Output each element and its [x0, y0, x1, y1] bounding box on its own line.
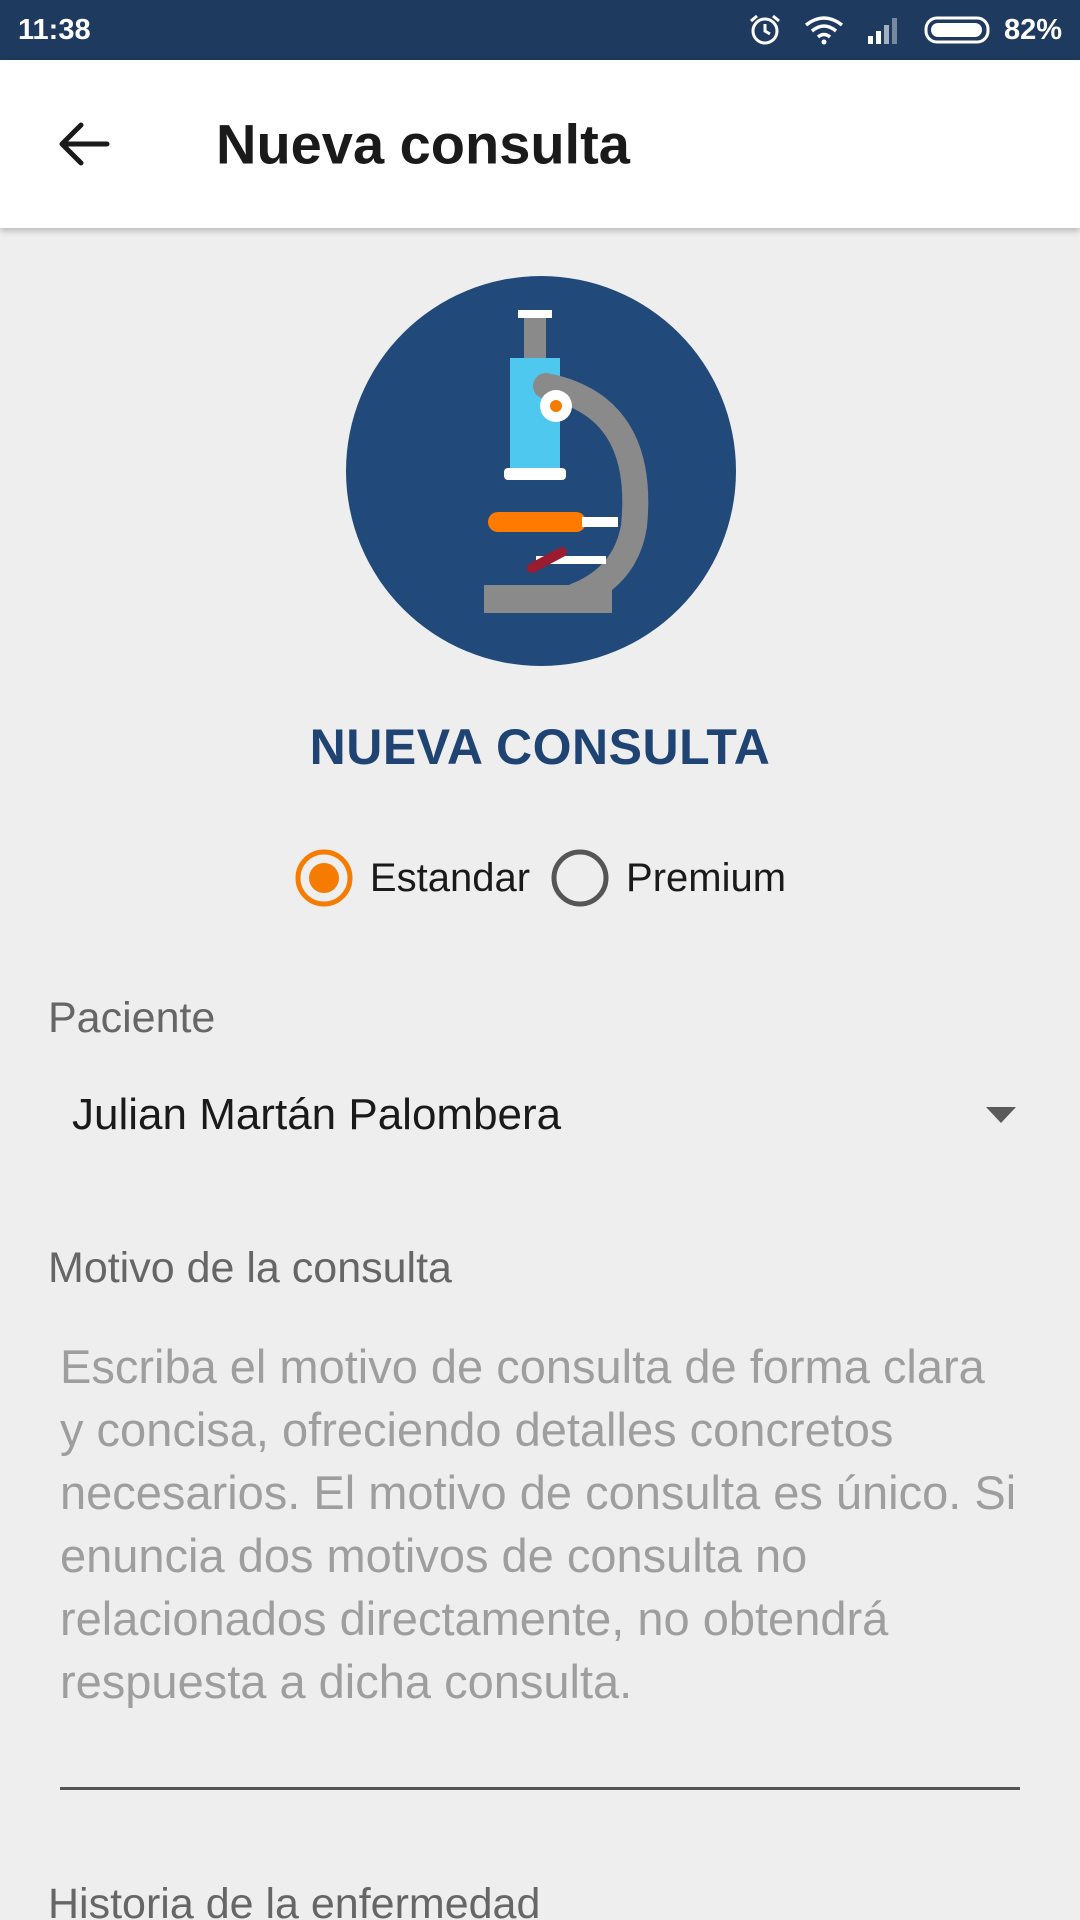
radio-unselected-icon [551, 849, 609, 907]
battery-percent: 82% [1003, 13, 1062, 46]
app-bar: Nueva consulta [0, 60, 1080, 228]
history-label: Historia de la enfermedad [48, 1880, 541, 1920]
battery-indicator: 82% [924, 14, 1062, 47]
alarm-icon [748, 13, 782, 47]
signal-icon [866, 16, 902, 44]
radio-premium-label: Premium [626, 855, 787, 900]
section-heading: NUEVA CONSULTA [309, 719, 771, 775]
patient-value: Julian Martán Palombera [72, 1090, 562, 1139]
reason-label: Motivo de la consulta [48, 1244, 452, 1292]
radio-premium[interactable]: Premium [550, 848, 786, 908]
radio-selected-icon [295, 849, 353, 907]
patient-dropdown[interactable]: Julian Martán Palombera [48, 1080, 1032, 1150]
battery-icon [924, 15, 994, 45]
page-title: Nueva consulta [216, 112, 630, 176]
arrow-back-icon [59, 122, 110, 166]
status-bar: 11:38 82% [0, 0, 1080, 60]
consult-type-radio-group: Estandar Premium [0, 848, 1080, 908]
microscope-icon [346, 276, 736, 666]
chevron-down-icon [986, 1107, 1016, 1123]
patient-label: Paciente [48, 994, 216, 1042]
radio-estandar[interactable]: Estandar [294, 848, 530, 908]
status-icons: 82% [748, 13, 1062, 47]
back-button[interactable] [44, 104, 124, 184]
wifi-icon [804, 15, 844, 45]
status-time: 11:38 [18, 13, 91, 46]
radio-estandar-label: Estandar [369, 855, 531, 900]
reason-textarea[interactable]: Escriba el motivo de consulta de forma c… [60, 1335, 1020, 1790]
